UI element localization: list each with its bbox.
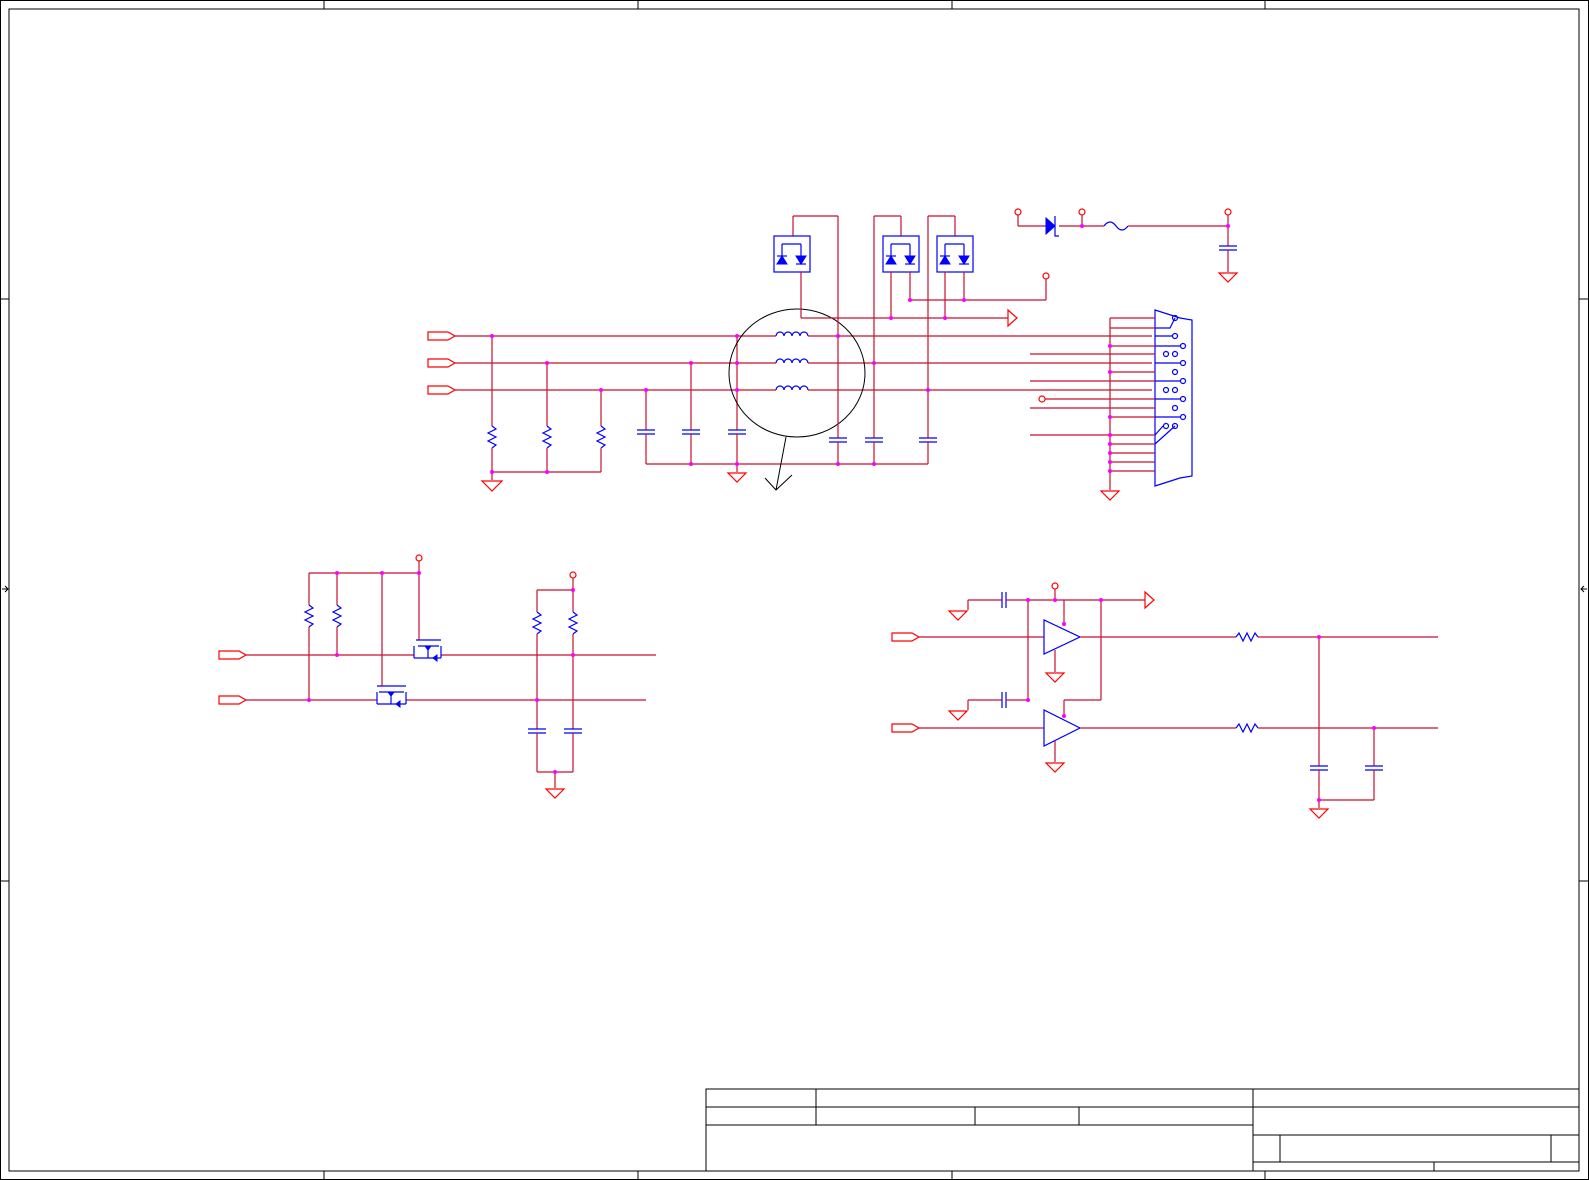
buffer-amplifier-icon <box>1043 619 1082 655</box>
ground-icon <box>480 480 504 492</box>
resistor-icon <box>486 425 498 449</box>
resistor-icon <box>331 604 343 628</box>
input-port-icon <box>891 723 921 733</box>
junction-dots-ddc <box>307 571 575 774</box>
resistor-icon <box>541 425 553 449</box>
diode-array-box <box>936 235 974 273</box>
sync-buffer-section <box>891 582 1438 819</box>
ground-icon <box>726 472 748 483</box>
input-port-icon <box>427 331 457 341</box>
fuse-icon <box>1103 221 1129 231</box>
inductor-icon <box>775 331 809 337</box>
power-input-circuit <box>1014 208 1239 283</box>
power-port-icon <box>1042 272 1050 280</box>
zone-arrow-right-icon <box>1580 585 1587 593</box>
resistor-icon <box>595 425 607 449</box>
sheet-border <box>0 0 1589 1180</box>
ground-icon <box>1044 672 1066 683</box>
power-port-icon <box>415 554 423 562</box>
diode-array-box <box>773 235 811 273</box>
power-port-icon <box>1051 582 1059 590</box>
ferrite-inductors <box>775 331 809 391</box>
ground-icon <box>947 710 969 721</box>
power-port-icon <box>569 571 577 579</box>
mosfet-icon <box>376 685 407 708</box>
zone-arrow-left-icon <box>2 585 9 593</box>
filter-capacitors-right <box>829 336 937 464</box>
inductor-icon <box>775 358 809 364</box>
ground-icon <box>1308 808 1330 819</box>
diode-icon <box>776 255 788 265</box>
resistor-icon <box>567 611 579 635</box>
ground-icon <box>544 788 566 799</box>
diode-icon <box>958 255 970 265</box>
ground-icon <box>1099 490 1121 501</box>
signal-arrow-icon <box>1144 590 1155 610</box>
resistor-icon <box>1235 722 1259 734</box>
resistor-icon <box>531 611 543 635</box>
input-port-icon <box>427 358 457 368</box>
input-port-icon <box>218 650 248 660</box>
power-port-icon <box>1078 208 1086 216</box>
vga-section <box>427 208 1239 501</box>
rgb-signal-wires <box>455 335 1152 391</box>
inductor-icon <box>775 385 809 391</box>
ground-icon <box>947 610 969 621</box>
schematic-sheet <box>0 0 1589 1180</box>
power-port-icon <box>1014 208 1022 216</box>
input-port-icon <box>427 385 457 395</box>
buffer-amplifier-icon <box>1043 709 1082 747</box>
connector-pins <box>1154 314 1187 445</box>
diode-icon <box>1045 216 1056 236</box>
esd-diode-arrays <box>773 215 1050 390</box>
diode-icon <box>795 255 807 265</box>
resistor-icon <box>1235 631 1259 643</box>
termination-resistors <box>480 336 607 492</box>
resistor-icon <box>303 604 315 628</box>
mosfet-icon <box>413 639 442 662</box>
power-port-icon <box>1038 395 1046 403</box>
input-port-icon <box>218 695 248 705</box>
diode-icon <box>939 255 951 265</box>
power-port-icon <box>1224 208 1232 216</box>
ground-icon <box>1044 762 1066 773</box>
inductor-callout-ellipse <box>728 308 866 438</box>
title-block <box>705 1088 1580 1172</box>
diode-icon <box>885 255 897 265</box>
diode-array-box <box>882 235 920 273</box>
ddc-level-shifter-section <box>218 554 656 799</box>
input-port-icon <box>891 632 921 642</box>
ground-icon <box>1217 272 1239 283</box>
diode-icon <box>904 255 916 265</box>
signal-arrow-icon <box>1007 308 1018 328</box>
filter-capacitors-left <box>637 336 928 483</box>
